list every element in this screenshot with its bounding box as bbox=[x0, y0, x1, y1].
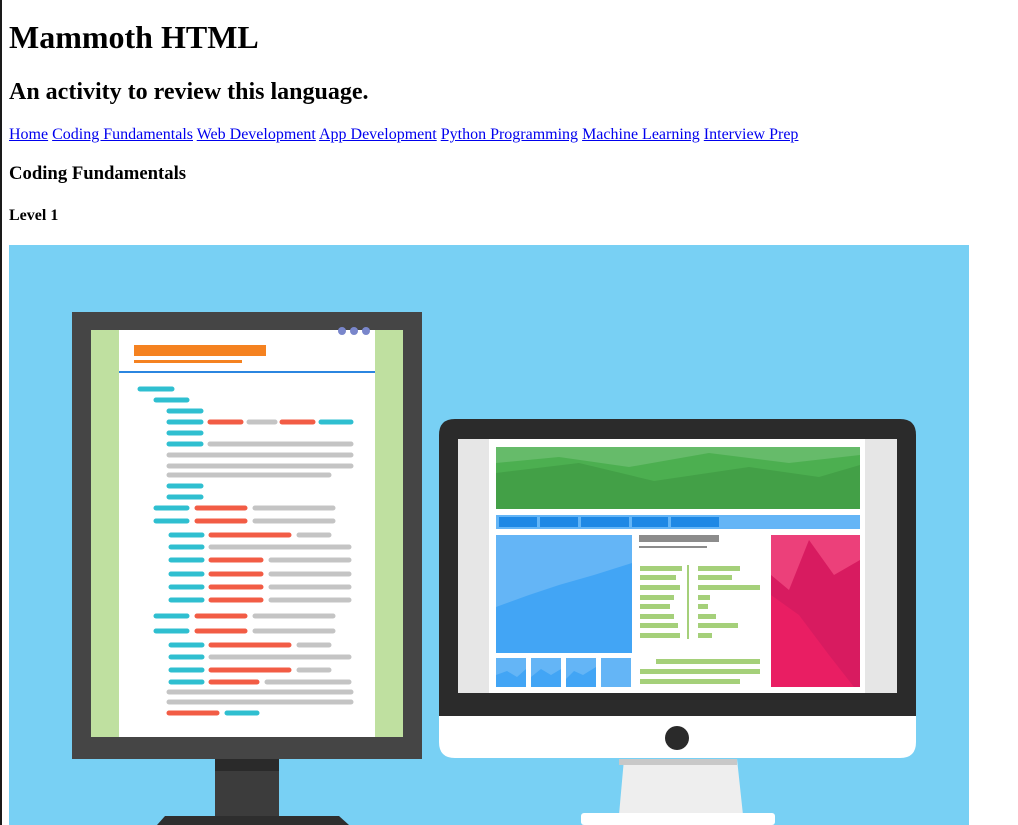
nav-link-python-programming[interactable]: Python Programming bbox=[441, 126, 578, 143]
left-border-rule bbox=[0, 0, 2, 825]
vertical-monitor bbox=[72, 312, 422, 825]
nav-link-interview-prep[interactable]: Interview Prep bbox=[704, 126, 799, 143]
nav-link-home[interactable]: Home bbox=[9, 126, 48, 143]
nav-link-coding-fundamentals[interactable]: Coding Fundamentals bbox=[52, 126, 193, 143]
page-subtitle: An activity to review this language. bbox=[9, 79, 369, 105]
main-nav: Home Coding Fundamentals Web Development… bbox=[9, 125, 798, 144]
level-heading: Level 1 bbox=[9, 207, 59, 224]
hero-illustration bbox=[9, 245, 969, 825]
section-heading: Coding Fundamentals bbox=[9, 163, 187, 184]
nav-link-app-development[interactable]: App Development bbox=[319, 126, 437, 143]
page-title: Mammoth HTML bbox=[9, 19, 259, 55]
nav-link-web-development[interactable]: Web Development bbox=[197, 126, 316, 143]
nav-link-machine-learning[interactable]: Machine Learning bbox=[582, 126, 700, 143]
